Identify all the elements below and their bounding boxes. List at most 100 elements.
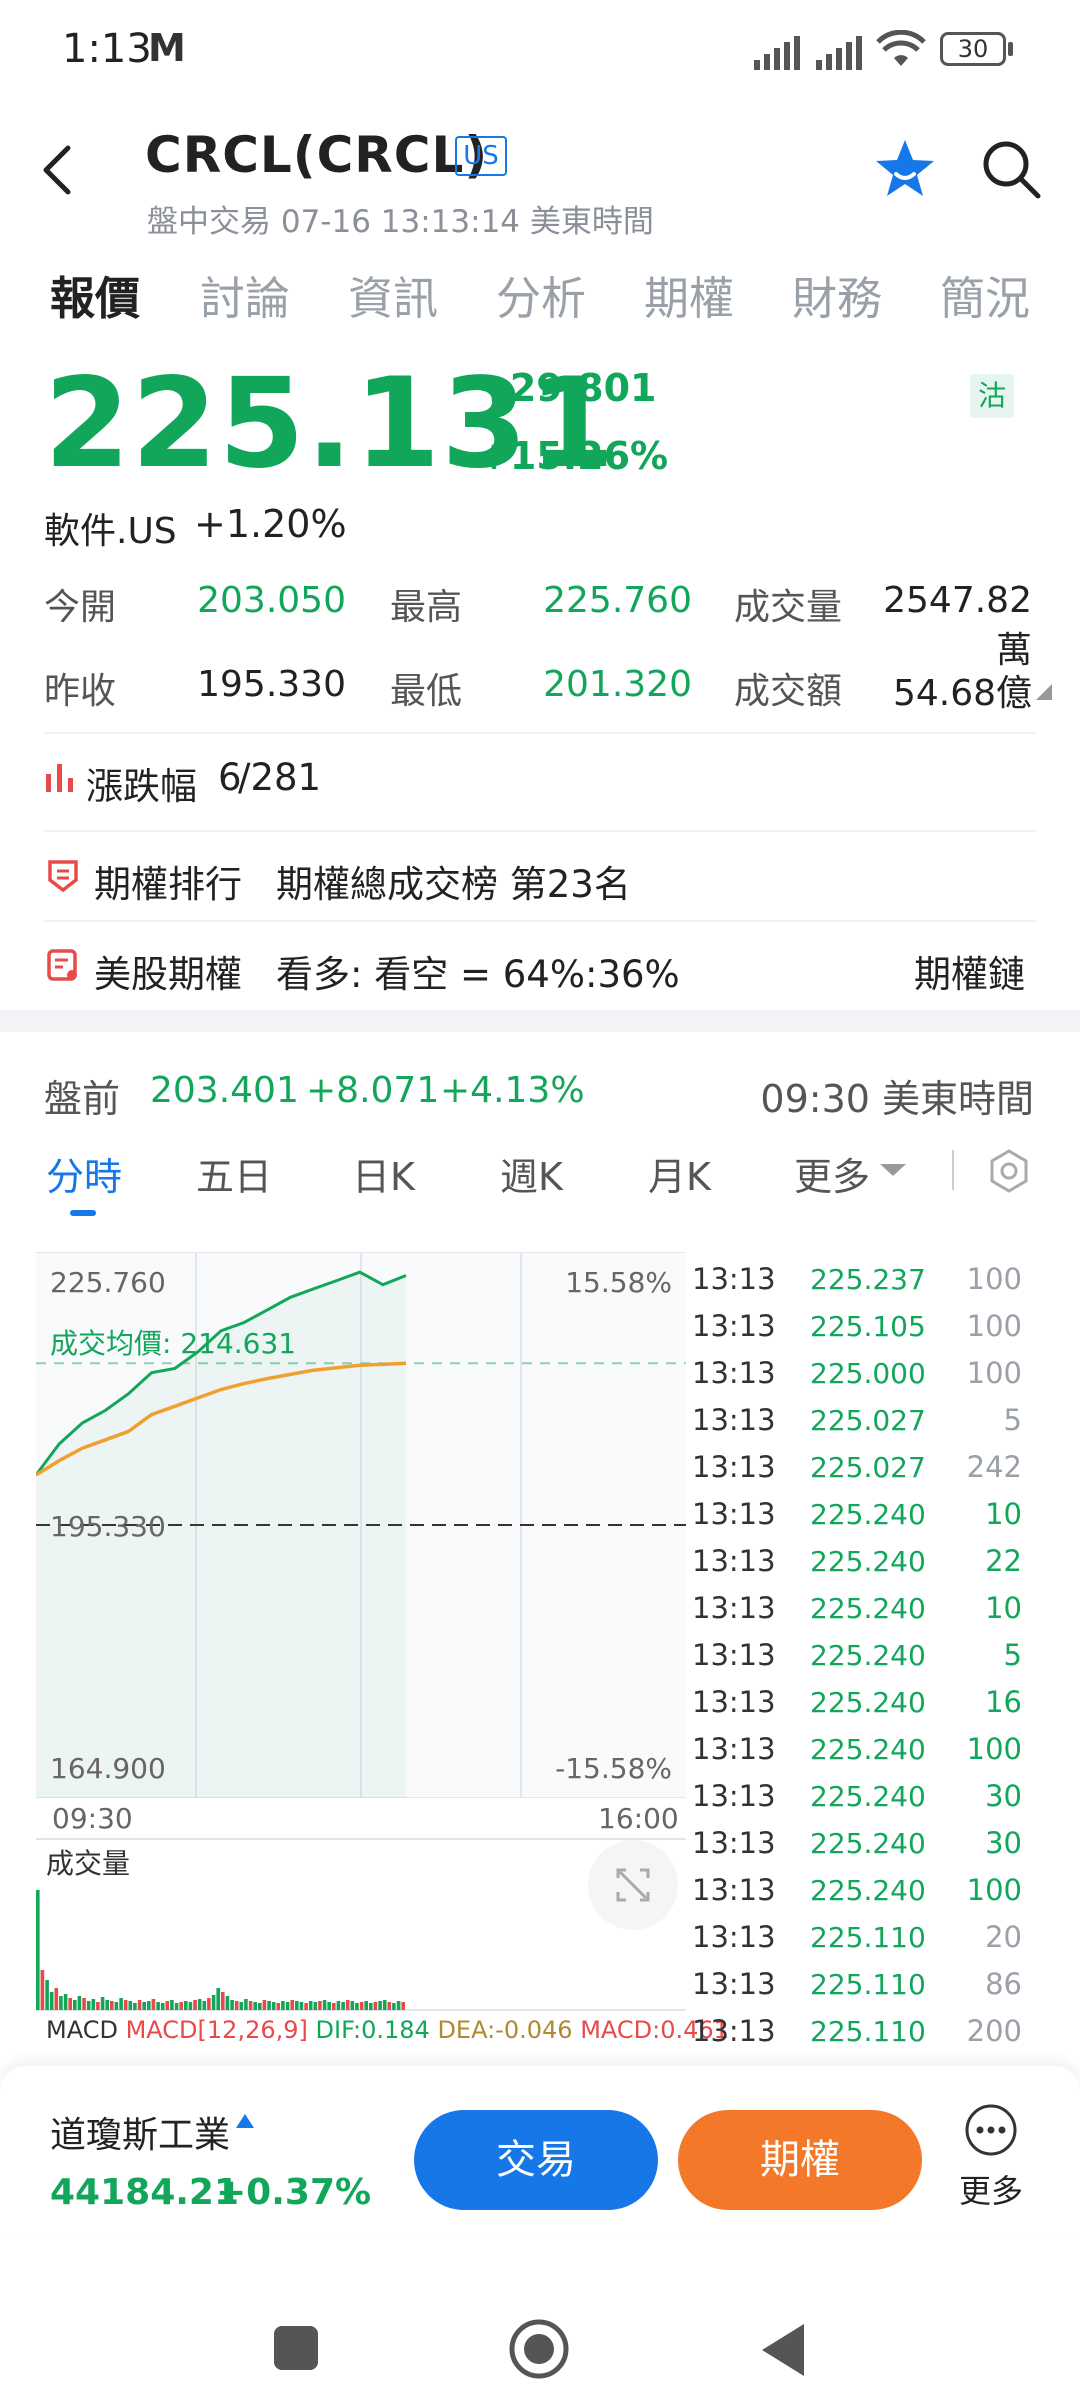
volume-bar (114, 2002, 119, 2010)
us-options-label[interactable]: 美股期權 (94, 944, 242, 998)
volume-bar (299, 2002, 304, 2010)
tick-volume: 20 (985, 1920, 1022, 1954)
page-title: CRCL(CRCL) (145, 126, 489, 184)
chart-tab-intraday[interactable]: 分時 (46, 1146, 122, 1201)
tab-discussion[interactable]: 討論 (200, 262, 290, 327)
more-dots-icon (965, 2104, 1017, 2156)
volume-bar (364, 2001, 368, 2010)
bull-bear-ratio: 看多: 看空 = 64%:36% (276, 953, 680, 996)
trading-status: 盤中交易 07-16 13:13:14 美東時間 (147, 204, 654, 240)
turnover-value: 54.68億 (892, 673, 1032, 714)
volume-bar (202, 2001, 207, 2010)
chart-tab-monthly[interactable]: 月K (648, 1146, 711, 1201)
chart-settings-icon[interactable] (984, 1146, 1034, 1196)
low-label: 最低 (390, 671, 463, 712)
tab-profile[interactable]: 簡況 (940, 262, 1030, 327)
tick-time: 13:13 (692, 1497, 776, 1531)
option-rank-label[interactable]: 期權排行 (94, 854, 242, 908)
tick-time: 13:13 (692, 1403, 776, 1437)
updown-label[interactable]: 漲跌幅 (86, 756, 197, 810)
volume-bar (221, 1992, 225, 2010)
premarket-change-pct: +4.13% (440, 1070, 585, 1111)
tab-quote[interactable]: 報價 (50, 262, 140, 327)
volume-bar (193, 2000, 197, 2010)
price-change-pct: +15.26% (478, 434, 669, 478)
tick-volume: 200 (966, 2014, 1022, 2048)
signal-icon-2 (816, 36, 862, 70)
system-nav-bar (0, 2250, 1080, 2400)
tick-price: 225.027 (810, 1451, 926, 1484)
y-axis-low: 164.900 (50, 1752, 166, 1785)
divider (44, 732, 1036, 734)
tab-news[interactable]: 資訊 (348, 262, 438, 327)
more-label: 更多 (958, 2172, 1023, 2210)
volume-bar (86, 2001, 91, 2010)
back-button[interactable] (30, 130, 90, 210)
tick-time: 13:13 (692, 1779, 776, 1813)
watchlist-star-button[interactable] (872, 136, 938, 202)
y-axis-low-pct: -15.58% (555, 1752, 672, 1785)
intraday-chart[interactable]: 225.760 15.58% 成交均價: 214.631 195.330 164… (36, 1252, 686, 1798)
trade-button[interactable]: 交易 (414, 2110, 658, 2210)
chart-tab-weekly[interactable]: 週K (500, 1146, 563, 1201)
caret-up-icon[interactable] (236, 2114, 254, 2128)
options-chain-link[interactable]: 期權鏈 (914, 944, 1025, 998)
volume-bar (248, 2001, 253, 2010)
bar-chart-icon (46, 764, 73, 792)
volume-bar (225, 1996, 230, 2010)
status-time: 1:13 (62, 26, 152, 72)
volume-bar (239, 2002, 244, 2010)
chart-tab-more[interactable]: 更多 (794, 1146, 870, 1201)
volume-bar (382, 2000, 387, 2010)
volume-bar (327, 2002, 331, 2010)
volume-bar (184, 2001, 188, 2010)
volume-bar (165, 2001, 170, 2010)
tick-price: 225.110 (810, 1921, 926, 1954)
tick-volume: 10 (985, 1497, 1022, 1531)
tick-price: 225.240 (810, 1686, 926, 1719)
prev-close-marker: 195.330 (50, 1510, 166, 1543)
back-nav-button[interactable] (758, 2322, 808, 2378)
tick-time: 13:13 (692, 1309, 776, 1343)
volume-bar (45, 1980, 49, 2010)
chart-tab-daily[interactable]: 日K (352, 1146, 415, 1201)
divider (44, 830, 1036, 832)
options-button[interactable]: 期權 (678, 2110, 922, 2210)
macd-legend[interactable]: MACD MACD[12,26,9] DIF:0.184 DEA:-0.046 … (46, 2016, 729, 2044)
volume-bar (211, 1995, 216, 2010)
volume-bar (54, 1988, 59, 2010)
tab-options[interactable]: 期權 (644, 262, 734, 327)
volume-bar (128, 2001, 133, 2010)
volume-bar (313, 2002, 318, 2010)
volume-bar (119, 1998, 123, 2010)
volume-bar (188, 2002, 193, 2010)
wifi-icon (876, 30, 926, 66)
volume-bar (373, 2002, 378, 2010)
tick-time: 13:13 (692, 1450, 776, 1484)
volume-bar (262, 2000, 267, 2010)
tick-price: 225.240 (810, 1639, 926, 1672)
volume-bar (341, 2002, 345, 2010)
high-value: 225.760 (543, 580, 692, 621)
expand-stats-icon[interactable] (1036, 684, 1052, 700)
more-button[interactable]: 更多 (948, 2102, 1034, 2212)
tick-volume: 100 (966, 1309, 1022, 1343)
home-button[interactable] (508, 2318, 570, 2380)
volume-bar (267, 2001, 271, 2010)
chart-tab-5day[interactable]: 五日 (196, 1146, 272, 1201)
tab-analysis[interactable]: 分析 (496, 262, 586, 327)
sector-change: +1.20% (194, 502, 347, 546)
volume-bar (359, 2002, 364, 2010)
recent-apps-button[interactable] (274, 2326, 318, 2370)
volume-bar (230, 2000, 234, 2010)
index-name[interactable]: 道瓊斯工業 (50, 2106, 230, 2158)
volume-bar (151, 1999, 156, 2010)
search-button[interactable] (978, 136, 1044, 202)
tab-financials[interactable]: 財務 (792, 262, 882, 327)
volume-bar (350, 2001, 355, 2010)
sector-name[interactable]: 軟件.US (44, 502, 177, 554)
volume-bar (244, 1999, 248, 2010)
volume-bar (91, 1999, 96, 2010)
premarket-price: 203.401 (150, 1070, 299, 1111)
volume-bar (336, 2001, 341, 2010)
